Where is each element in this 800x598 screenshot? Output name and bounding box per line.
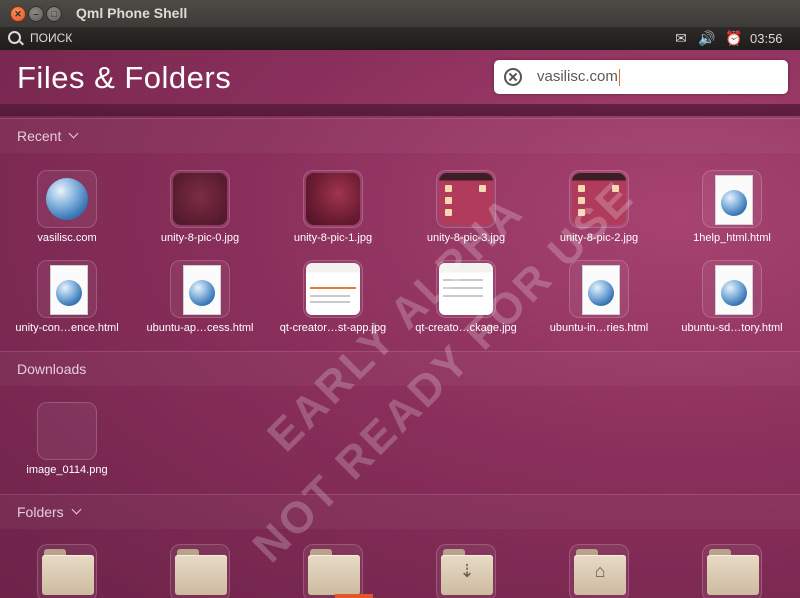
result-item[interactable]: ubuntu-ap…cess.html <box>135 260 265 340</box>
item-icon-frame <box>170 260 230 318</box>
window-title: Qml Phone Shell <box>76 5 188 21</box>
window-maximize-button[interactable]: □ <box>46 6 62 22</box>
item-icon-frame <box>702 260 762 318</box>
downloads-folder-icon: ⇣ <box>441 549 493 595</box>
folder-icon <box>42 549 94 595</box>
search-input[interactable]: vasilisc.com <box>494 60 788 94</box>
category-header-recent[interactable]: Recent <box>0 118 800 153</box>
chevron-down-icon <box>71 504 82 515</box>
item-label: 1help_html.html <box>693 232 771 244</box>
maximize-icon: □ <box>51 9 57 19</box>
alarm-clock-icon[interactable]: ⏰ <box>725 29 743 47</box>
item-label: vasilisc.com <box>37 232 97 244</box>
top-panel: ПОИСК ✉ 🔊 ⏰ 03:56 <box>0 27 800 50</box>
folder-icon <box>308 549 360 595</box>
search-input-text[interactable]: vasilisc.com <box>537 68 620 86</box>
search-icon[interactable] <box>8 31 21 44</box>
item-icon-frame <box>37 260 97 318</box>
item-icon-frame <box>303 260 363 318</box>
category-header-folders[interactable]: Folders <box>0 494 800 529</box>
item-icon-frame: ⇣ <box>436 544 496 598</box>
item-label: ubuntu-ap…cess.html <box>146 322 254 334</box>
text-caret <box>618 68 620 86</box>
result-item[interactable]: ubuntu-sd…tory.html <box>667 260 797 340</box>
html-document-icon <box>50 265 88 315</box>
item-label: unity-con…ence.html <box>15 322 119 334</box>
item-label: unity-8-pic-0.jpg <box>160 232 240 244</box>
scroll-indicator[interactable] <box>335 594 373 598</box>
result-item[interactable]: unity-8-pic-1.jpg <box>268 170 398 250</box>
volume-icon[interactable]: 🔊 <box>698 29 716 47</box>
item-icon-frame <box>702 170 762 228</box>
minimize-icon: – <box>33 9 39 19</box>
item-icon-frame <box>37 402 97 460</box>
window-close-button[interactable]: ✕ <box>10 6 26 22</box>
result-item[interactable]: vasilisc.com <box>2 170 132 250</box>
page-title: Files & Folders <box>17 60 232 95</box>
image-thumbnail <box>173 173 227 225</box>
panel-clock[interactable]: 03:56 <box>750 31 783 46</box>
result-item[interactable]: 1help_html.html <box>667 170 797 250</box>
folder-item[interactable] <box>2 544 132 598</box>
globe-icon <box>46 178 88 220</box>
category-label: Downloads <box>17 361 87 377</box>
html-document-icon <box>183 265 221 315</box>
image-thumbnail <box>306 263 360 315</box>
panel-search-label[interactable]: ПОИСК <box>30 31 72 45</box>
html-document-icon <box>715 265 753 315</box>
header-divider <box>0 104 800 116</box>
item-icon-frame <box>303 170 363 228</box>
chevron-down-icon <box>68 128 79 139</box>
item-label: unity-8-pic-1.jpg <box>293 232 373 244</box>
window-titlebar: ✕ – □ Qml Phone Shell <box>0 0 800 27</box>
folder-item[interactable]: ⇣ <box>401 544 531 598</box>
files-folders-dash: Files & Folders vasilisc.com Recent vasi… <box>0 50 800 598</box>
item-icon-frame <box>37 170 97 228</box>
item-label: image_0114.png <box>26 464 108 476</box>
category-label: Recent <box>17 128 62 144</box>
folder-icon <box>707 549 759 595</box>
folder-item[interactable] <box>667 544 797 598</box>
folder-item[interactable]: ⌂ <box>534 544 664 598</box>
item-icon-frame: ⌂ <box>569 544 629 598</box>
clear-search-icon[interactable] <box>504 68 522 86</box>
html-document-icon <box>715 175 753 225</box>
result-item[interactable]: unity-con…ence.html <box>2 260 132 340</box>
item-label: ubuntu-in…ries.html <box>549 322 649 334</box>
image-thumbnail <box>306 173 360 225</box>
result-item[interactable]: unity-8-pic-0.jpg <box>135 170 265 250</box>
item-icon-frame <box>702 544 762 598</box>
close-icon: ✕ <box>14 9 22 19</box>
mail-icon[interactable]: ✉ <box>672 29 690 47</box>
home-folder-icon: ⌂ <box>574 549 626 595</box>
item-icon-frame <box>37 544 97 598</box>
window-minimize-button[interactable]: – <box>28 6 44 22</box>
item-icon-frame <box>170 170 230 228</box>
result-item[interactable]: image_0114.png <box>2 402 132 482</box>
item-label: ubuntu-sd…tory.html <box>681 322 783 334</box>
category-label: Folders <box>17 504 64 520</box>
